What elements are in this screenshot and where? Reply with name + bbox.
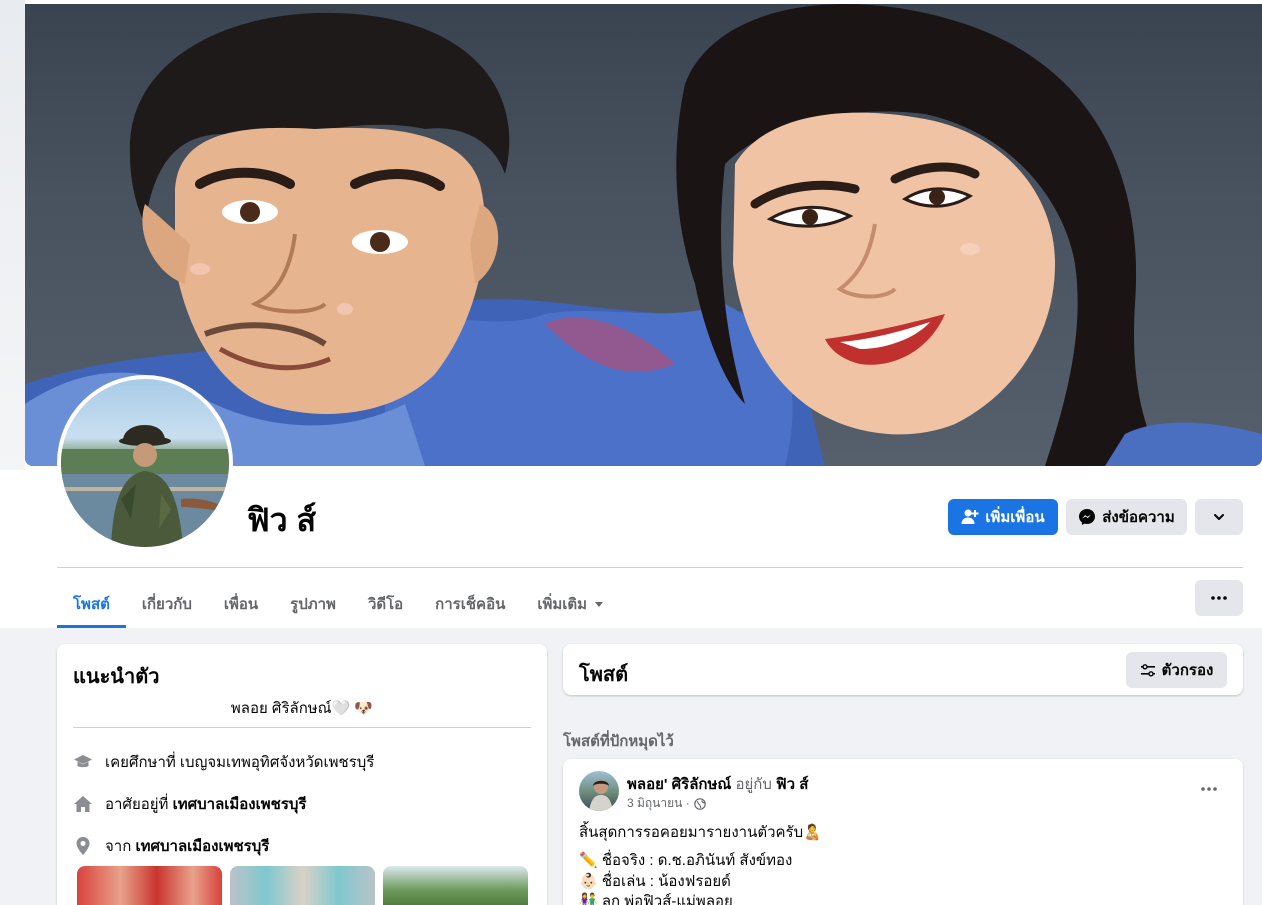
from-prefix: จาก — [105, 838, 132, 855]
tab-label: เพิ่มเติม — [537, 596, 588, 613]
post-meta: 3 มิถุนายน · — [627, 794, 706, 813]
post-options-button[interactable] — [1191, 771, 1227, 807]
location-pin-icon — [73, 836, 93, 856]
tab-label: โพสต์ — [73, 596, 110, 613]
messenger-icon — [1079, 509, 1096, 525]
ellipsis-icon — [1211, 596, 1227, 600]
tab-label: เพื่อน — [223, 596, 259, 613]
intro-divider — [73, 727, 531, 728]
intro-bio: พลอย ศิริลักษณ์🤍 🐶 — [230, 700, 374, 717]
post-author-avatar[interactable] — [579, 771, 619, 811]
profile-name: ฟิว ส์ — [247, 502, 317, 538]
tab-more[interactable]: เพิ่มเติม — [521, 580, 621, 628]
posts-header-card: โพสต์ ตัวกรอง — [563, 644, 1243, 695]
chevron-down-icon — [1214, 514, 1224, 520]
tab-label: วิดีโอ — [367, 596, 404, 613]
more-actions-button[interactable] — [1195, 499, 1243, 535]
education-text: เคยศึกษาที่ เบญจมเทพอุทิศจังหวัดเพชรบุรี — [105, 754, 375, 771]
posts-title: โพสต์ — [579, 664, 629, 686]
featured-photos — [77, 866, 528, 905]
featured-photo-1[interactable] — [77, 866, 222, 905]
add-friend-icon — [961, 509, 979, 524]
add-friend-button[interactable]: เพิ่มเพื่อน — [948, 499, 1058, 535]
featured-photo-2[interactable] — [230, 866, 375, 905]
caret-down-icon — [595, 602, 604, 607]
header-divider — [57, 567, 1243, 568]
message-button[interactable]: ส่งข้อความ — [1066, 499, 1187, 535]
intro-lives: อาศัยอยู่ที่ เทศบาลเมืองเพชรบุรี — [73, 792, 306, 816]
cover-illustration — [25, 4, 1262, 466]
from-place-link[interactable]: เทศบาลเมืองเพชรบุรี — [135, 838, 269, 855]
filter-label: ตัวกรอง — [1161, 662, 1214, 679]
tab-label: การเช็คอิน — [435, 596, 506, 613]
tab-label: เกี่ยวกับ — [141, 596, 192, 613]
profile-tabs: โพสต์ เกี่ยวกับ เพื่อน รูปภาพ วิดีโอ การ… — [57, 580, 621, 628]
post-author-link[interactable]: พลอย' ศิริลักษณ์ — [627, 776, 731, 793]
post-with-word: อยู่กับ — [735, 776, 772, 793]
author-avatar-illustration — [589, 780, 613, 811]
tab-posts[interactable]: โพสต์ — [57, 580, 126, 628]
cover-photo[interactable] — [25, 4, 1262, 466]
post-date-link[interactable]: 3 มิถุนายน · — [627, 794, 690, 813]
filter-button[interactable]: ตัวกรอง — [1126, 652, 1227, 688]
graduation-cap-icon — [73, 752, 93, 772]
tab-friends[interactable]: เพื่อน — [208, 580, 274, 628]
globe-icon — [693, 797, 706, 810]
intro-title: แนะนำตัว — [73, 666, 160, 688]
pinned-post-card: พลอย' ศิริลักษณ์ อยู่กับ ฟิว ส์ 3 มิถุนา… — [563, 759, 1243, 905]
post-tagged-link[interactable]: ฟิว ส์ — [776, 776, 808, 793]
tab-about[interactable]: เกี่ยวกับ — [126, 580, 208, 628]
tab-label: รูปภาพ — [290, 596, 336, 613]
left-edge — [0, 0, 25, 470]
tab-videos[interactable]: วิดีโอ — [352, 580, 419, 628]
post-text-line-1: สิ้นสุดการรอคอยมารายงานตัวครับ🧑‍🍼 — [579, 824, 822, 841]
ellipsis-icon — [1201, 787, 1217, 791]
profile-avatar[interactable] — [57, 375, 233, 551]
message-label: ส่งข้อความ — [1102, 509, 1175, 526]
home-icon — [73, 794, 93, 814]
filter-icon — [1140, 664, 1155, 677]
lives-prefix: อาศัยอยู่ที่ — [105, 796, 169, 813]
lives-place-link[interactable]: เทศบาลเมืองเพชรบุรี — [173, 796, 307, 813]
avatar-illustration — [61, 425, 229, 547]
intro-card: แนะนำตัว พลอย ศิริลักษณ์🤍 🐶 เคยศึกษาที่ … — [57, 644, 547, 905]
tab-photos[interactable]: รูปภาพ — [274, 580, 352, 628]
tabs-more-button[interactable] — [1195, 580, 1243, 616]
post-header-line: พลอย' ศิริลักษณ์ อยู่กับ ฟิว ส์ — [627, 772, 808, 796]
tab-checkins[interactable]: การเช็คอิน — [419, 580, 521, 628]
intro-from: จาก เทศบาลเมืองเพชรบุรี — [73, 834, 269, 858]
avatar-photo — [61, 379, 229, 547]
featured-photo-3[interactable] — [383, 866, 528, 905]
intro-education: เคยศึกษาที่ เบญจมเทพอุทิศจังหวัดเพชรบุรี — [73, 750, 374, 774]
post-text-line-4: 👫 ลูก พ่อฟิวส์-แม่พลอย — [579, 893, 733, 905]
add-friend-label: เพิ่มเพื่อน — [985, 509, 1045, 526]
pinned-posts-label: โพสต์ที่ปักหมุดไว้ — [563, 733, 674, 750]
